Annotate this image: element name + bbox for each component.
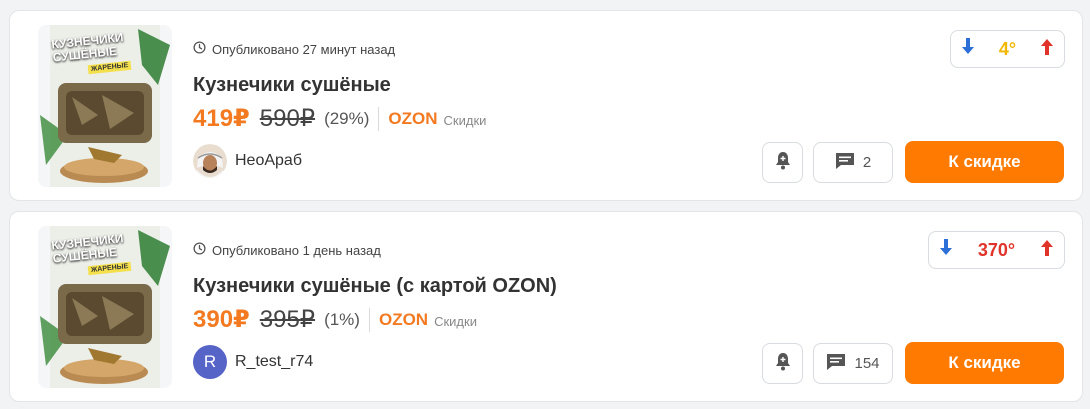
comments-count: 154 (854, 355, 880, 372)
clock-icon (193, 41, 206, 57)
product-image[interactable]: КУЗНЕЧИКИ СУШЁНЫЕ ЖАРЕНЫЕ (38, 25, 172, 187)
shop-name[interactable]: OZON (388, 109, 437, 129)
avatar[interactable]: R (193, 345, 227, 379)
deal-title[interactable]: Кузнечики сушёные (с картой OZON) (193, 275, 557, 298)
author[interactable]: НеоАраб (193, 144, 302, 178)
author-name: НеоАраб (235, 152, 302, 169)
comments-button[interactable]: 2 (813, 142, 893, 183)
bell-icon (775, 352, 791, 376)
bell-icon (775, 151, 791, 175)
comment-icon (835, 152, 855, 174)
go-to-deal-button[interactable]: К скидке (905, 342, 1064, 384)
shop-name[interactable]: OZON (379, 310, 428, 330)
published-text: Опубликовано 1 день назад (212, 242, 381, 258)
price-row: 390₽ 395₽ (1%) OZON Скидки (193, 305, 477, 334)
arrow-down-icon[interactable] (961, 38, 975, 60)
deal-card: КУЗНЕЧИКИ СУШЁНЫЕ ЖАРЕНЫЕ Опубликовано 1… (9, 211, 1083, 402)
arrow-up-icon[interactable] (1040, 239, 1054, 261)
subscribe-button[interactable] (762, 142, 803, 183)
author[interactable]: R R_test_r74 (193, 345, 313, 379)
old-price: 590₽ (259, 105, 316, 132)
old-price: 395₽ (259, 306, 316, 333)
author-name: R_test_r74 (235, 353, 314, 370)
divider (378, 106, 380, 131)
comments-button[interactable]: 154 (813, 343, 893, 384)
arrow-up-icon[interactable] (1040, 38, 1054, 60)
current-price: 419₽ (193, 105, 250, 132)
deal-card: КУЗНЕЧИКИ СУШЁНЫЕ ЖАРЕНЫЕ Опубликовано 2… (9, 10, 1083, 201)
subscribe-button[interactable] (762, 343, 803, 384)
go-to-deal-button[interactable]: К скидке (905, 141, 1064, 183)
published-text: Опубликовано 27 минут назад (212, 41, 396, 57)
divider (368, 307, 370, 332)
comments-count: 2 (862, 154, 872, 171)
clock-icon (193, 242, 206, 258)
discount-percent: (29%) (324, 108, 370, 128)
deal-title[interactable]: Кузнечики сушёные (193, 74, 391, 97)
price-row: 419₽ 590₽ (29%) OZON Скидки (193, 104, 486, 133)
published-meta: Опубликовано 1 день назад (193, 242, 381, 258)
comment-icon (826, 353, 846, 375)
discount-percent: (1%) (324, 309, 360, 329)
rating-widget: 370° (928, 231, 1065, 269)
avatar[interactable] (193, 144, 227, 178)
published-meta: Опубликовано 27 минут назад (193, 41, 395, 57)
shop-subtitle: Скидки (434, 313, 477, 329)
rating-value: 370° (977, 239, 1016, 260)
rating-widget: 4° (950, 30, 1065, 68)
arrow-down-icon[interactable] (939, 239, 953, 261)
product-image[interactable]: КУЗНЕЧИКИ СУШЁНЫЕ ЖАРЕНЫЕ (38, 226, 172, 388)
shop-subtitle: Скидки (443, 112, 487, 128)
current-price: 390₽ (193, 306, 250, 333)
rating-value: 4° (998, 38, 1017, 59)
